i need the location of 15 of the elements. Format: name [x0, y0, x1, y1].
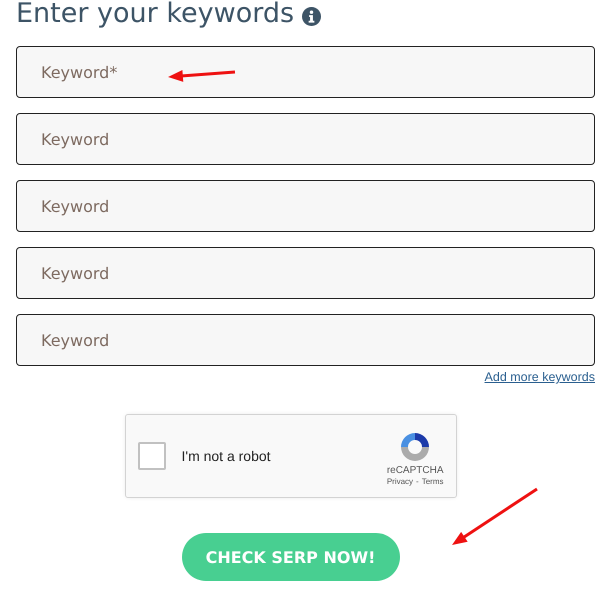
terms-link[interactable]: Terms [422, 477, 444, 486]
add-more-keywords-link[interactable]: Add more keywords [484, 370, 595, 384]
privacy-link[interactable]: Privacy [386, 477, 414, 486]
keyword-field[interactable]: Keyword* [16, 46, 595, 98]
heading: Enter your keywords [16, 0, 294, 30]
keyword-field[interactable]: Keyword [16, 113, 595, 165]
captcha-label: I'm not a robot [182, 448, 272, 464]
info-icon [302, 6, 322, 26]
captcha-checkbox[interactable] [138, 442, 166, 470]
keyword-field[interactable]: Keyword [16, 247, 595, 299]
arrow [168, 70, 235, 82]
recaptcha-brand: reCAPTCHA [386, 465, 444, 476]
separator: - [416, 477, 419, 486]
keyword-field[interactable]: Keyword [16, 314, 595, 366]
keyword-field[interactable]: Keyword [16, 180, 595, 232]
